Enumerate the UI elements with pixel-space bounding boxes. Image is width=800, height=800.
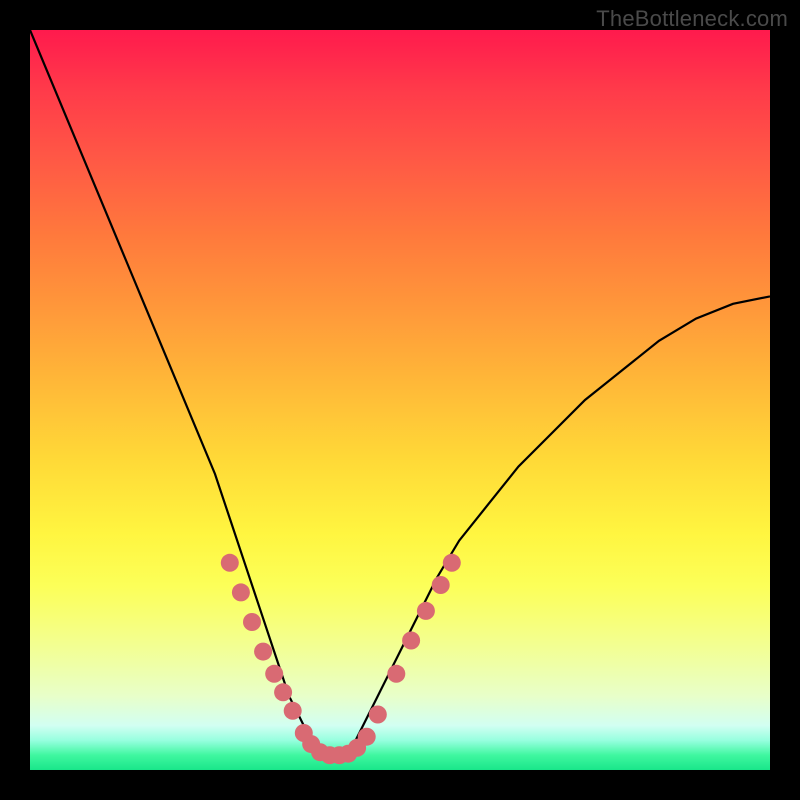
plot-area [30, 30, 770, 770]
curve-marker [221, 554, 239, 572]
curve-marker [443, 554, 461, 572]
curve-marker [243, 613, 261, 631]
curve-marker [417, 602, 435, 620]
curve-marker [274, 683, 292, 701]
curve-marker [369, 706, 387, 724]
curve-marker [358, 728, 376, 746]
bottleneck-chart-svg [30, 30, 770, 770]
curve-markers [221, 554, 461, 764]
watermark-text: TheBottleneck.com [596, 6, 788, 32]
curve-marker [265, 665, 283, 683]
curve-marker [402, 632, 420, 650]
curve-marker [254, 643, 272, 661]
curve-marker [232, 583, 250, 601]
chart-frame: TheBottleneck.com [0, 0, 800, 800]
curve-marker [284, 702, 302, 720]
bottleneck-curve-line [30, 30, 770, 755]
curve-marker [432, 576, 450, 594]
curve-marker [387, 665, 405, 683]
